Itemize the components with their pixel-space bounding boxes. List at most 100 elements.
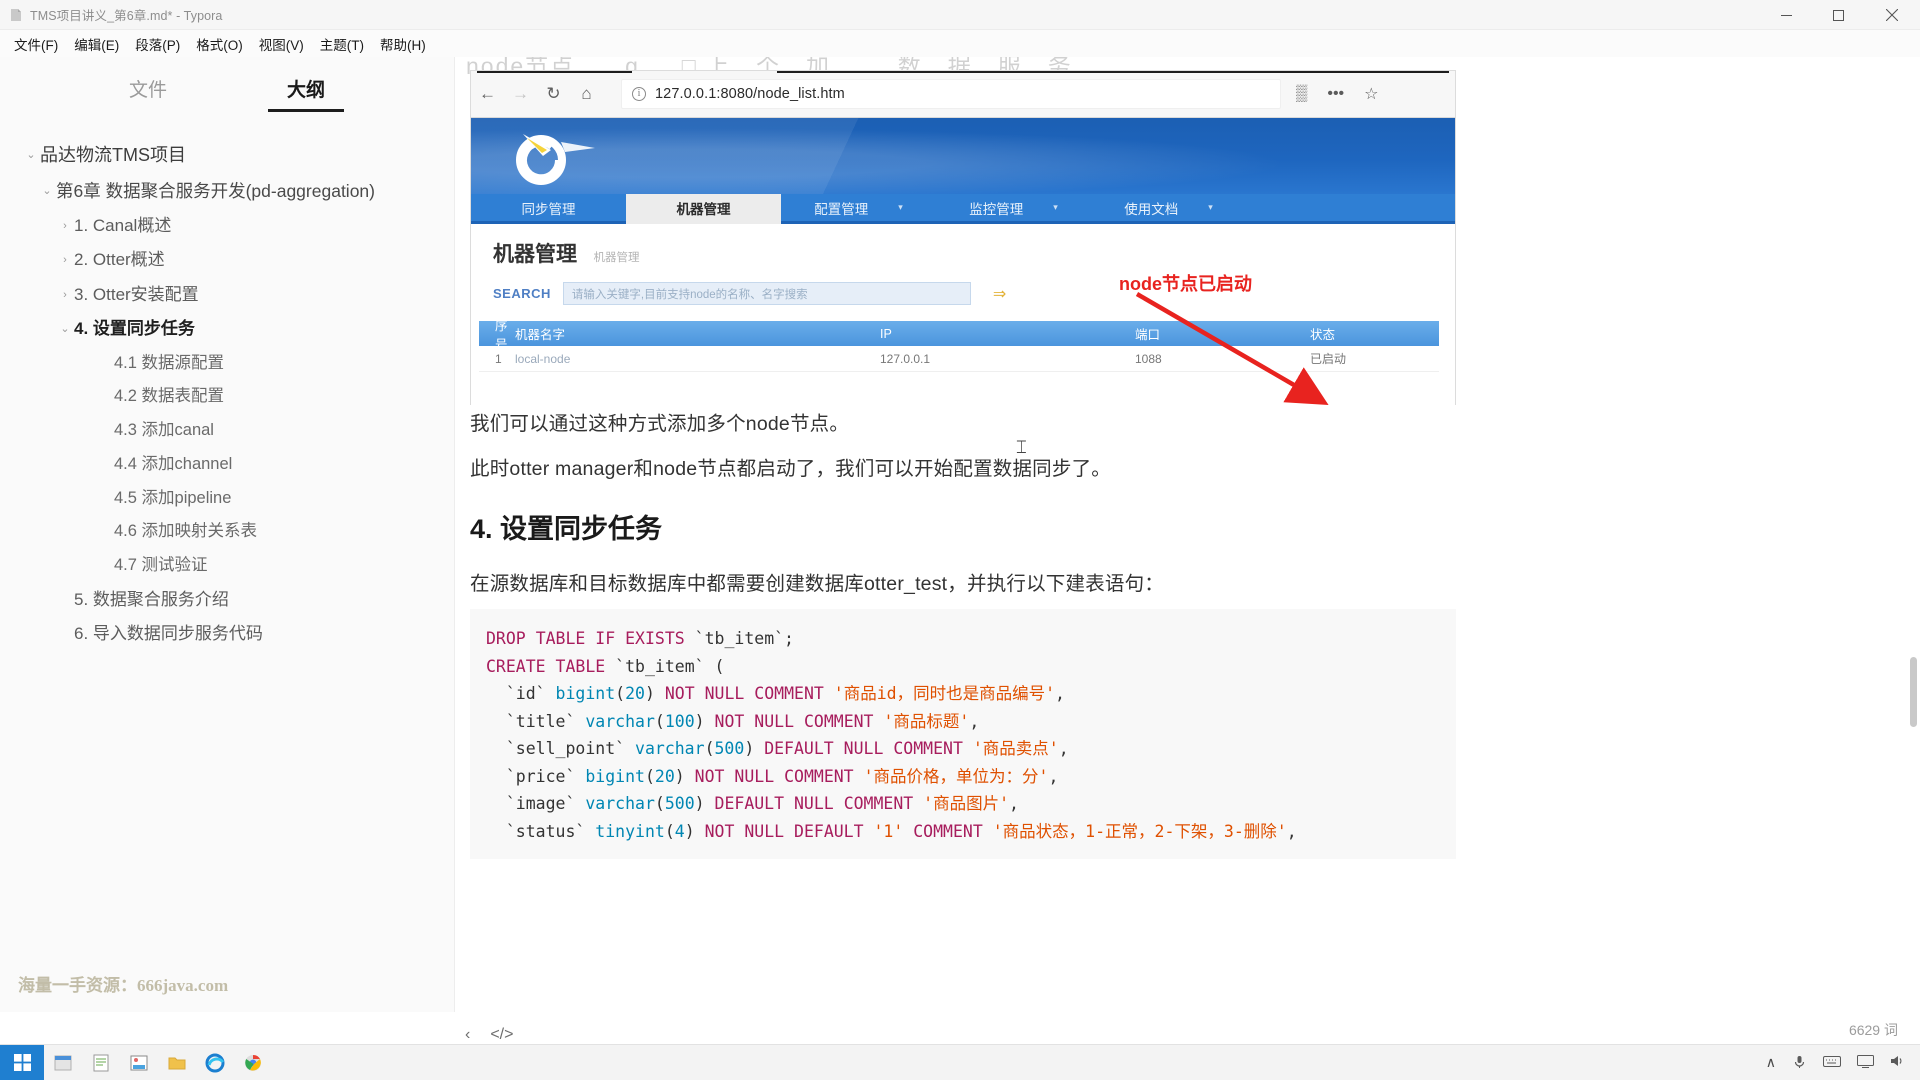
outline-item[interactable]: ⌄ 4. 设置同步任务 bbox=[0, 312, 442, 346]
watermark-text: 海量一手资源：666java.com bbox=[18, 976, 229, 995]
chevron-down-icon[interactable]: ⌄ bbox=[56, 318, 74, 337]
code-block[interactable]: DROP TABLE IF EXISTS `tb_item`; CREATE T… bbox=[470, 609, 1456, 859]
forward-icon[interactable]: → bbox=[504, 84, 537, 104]
code-line: `price` bigint(20) NOT NULL COMMENT '商品价… bbox=[486, 766, 1059, 786]
outline-item-label: 4. 设置同步任务 bbox=[74, 319, 195, 339]
no-icon bbox=[96, 420, 114, 424]
outline-item[interactable]: ⌄ 品达物流TMS项目 bbox=[0, 138, 442, 174]
tray-display-icon[interactable] bbox=[1857, 1054, 1874, 1071]
outline-item[interactable]: › 1. Canal概述 bbox=[0, 209, 442, 243]
tray-expand-icon[interactable]: ∧ bbox=[1766, 1054, 1776, 1071]
chevron-down-icon[interactable]: ⌄ bbox=[38, 180, 56, 199]
menu-theme[interactable]: 主题(T) bbox=[312, 31, 372, 57]
otter-logo-icon bbox=[516, 134, 595, 185]
start-button-icon[interactable] bbox=[0, 1044, 44, 1080]
outline-item[interactable]: 5. 数据聚合服务介绍 bbox=[0, 583, 442, 617]
search-placeholder: 请输入关键字,目前支持node的名称、名字搜索 bbox=[571, 288, 808, 301]
chevron-right-icon[interactable]: › bbox=[56, 215, 74, 234]
cell-name[interactable]: local-node bbox=[515, 352, 880, 366]
chevron-down-icon: ▾ bbox=[898, 202, 903, 212]
tray-keyboard-icon[interactable] bbox=[1823, 1055, 1841, 1071]
taskbar-chrome-icon[interactable] bbox=[234, 1045, 272, 1080]
nav-tab-docs[interactable]: 使用文档 ▾ bbox=[1091, 194, 1246, 221]
tray-microphone-icon[interactable] bbox=[1792, 1054, 1807, 1072]
word-count[interactable]: 6629 词 bbox=[1849, 1020, 1898, 1040]
otter-banner bbox=[471, 118, 1455, 194]
vertical-scrollbar[interactable] bbox=[1910, 657, 1917, 727]
browser-menu-icon[interactable]: ••• bbox=[1327, 85, 1344, 103]
nav-tab-monitor[interactable]: 监控管理 ▾ bbox=[936, 194, 1091, 221]
taskbar-paint-icon[interactable] bbox=[120, 1045, 158, 1080]
outline-item[interactable]: 6. 导入数据同步服务代码 bbox=[0, 617, 442, 651]
typora-window: TMS项目讲义_第6章.md* - Typora 文件(F) 编辑(E) 段落(… bbox=[0, 0, 1920, 1080]
reader-mode-icon[interactable]: ▒ bbox=[1296, 85, 1307, 103]
app-icon bbox=[9, 8, 23, 22]
nav-tab-sync[interactable]: 同步管理 bbox=[471, 194, 626, 221]
no-icon bbox=[96, 488, 114, 492]
status-bar: ‹ </> 6629 词 bbox=[0, 1012, 1920, 1044]
code-line: `sell_point` varchar(500) DEFAULT NULL C… bbox=[486, 739, 1069, 758]
back-icon[interactable]: ← bbox=[471, 84, 504, 104]
close-button[interactable] bbox=[1864, 0, 1920, 30]
outline-item[interactable]: 4.2 数据表配置 bbox=[0, 380, 442, 414]
taskbar-notepad-icon[interactable] bbox=[82, 1045, 120, 1080]
tab-files[interactable]: 文件 bbox=[129, 75, 167, 112]
outline-item[interactable]: 4.1 数据源配置 bbox=[0, 347, 442, 381]
outline-item[interactable]: 4.3 添加canal bbox=[0, 414, 442, 448]
outline-item-label: 4.4 添加channel bbox=[114, 454, 233, 473]
taskbar-file-explorer-icon[interactable] bbox=[44, 1045, 82, 1080]
no-icon bbox=[96, 454, 114, 458]
no-icon bbox=[96, 386, 114, 390]
paragraph-2: 此时otter manager和node节点都启动了，我们可以开始配置数据同步了… bbox=[470, 458, 1111, 480]
chevron-down-icon: ▾ bbox=[1208, 202, 1213, 212]
outline-item-label: 品达物流TMS项目 bbox=[40, 145, 186, 165]
menu-format[interactable]: 格式(O) bbox=[188, 31, 251, 57]
code-line: `id` bigint(20) NOT NULL COMMENT '商品id，同… bbox=[486, 684, 1065, 703]
outline-item[interactable]: 4.4 添加channel bbox=[0, 448, 442, 482]
outline-item-label: 4.7 测试验证 bbox=[114, 556, 208, 575]
minimize-button[interactable] bbox=[1760, 0, 1812, 30]
menu-help[interactable]: 帮助(H) bbox=[372, 31, 434, 57]
sidebar: 文件 大纲 ⌄ 品达物流TMS项目 ⌄ 第6章 数据聚合服务开发(pd-aggrega… bbox=[0, 57, 455, 1048]
maximize-button[interactable] bbox=[1812, 0, 1864, 30]
tray-volume-icon[interactable] bbox=[1890, 1054, 1906, 1071]
outline-item-label: 4.5 添加pipeline bbox=[114, 488, 232, 507]
outline-item-label: 3. Otter安装配置 bbox=[74, 284, 199, 304]
search-input[interactable]: 请输入关键字,目前支持node的名称、名字搜索 bbox=[562, 282, 971, 305]
bookmark-star-icon[interactable]: ☆ bbox=[1364, 84, 1378, 104]
outline-item[interactable]: ⌄ 第6章 数据聚合服务开发(pd-aggregation) bbox=[0, 174, 442, 209]
outline-item[interactable]: › 2. Otter概述 bbox=[0, 243, 442, 277]
tab-outline[interactable]: 大纲 bbox=[267, 75, 345, 112]
no-icon bbox=[56, 589, 74, 593]
sidebar-toggle-button[interactable]: ‹ bbox=[465, 1026, 470, 1044]
outline-item[interactable]: 4.5 添加pipeline bbox=[0, 482, 442, 516]
taskbar-edge-icon[interactable] bbox=[196, 1045, 234, 1080]
chevron-down-icon[interactable]: ⌄ bbox=[22, 144, 40, 163]
outline-item[interactable]: 4.7 测试验证 bbox=[0, 549, 442, 583]
menu-edit[interactable]: 编辑(E) bbox=[66, 31, 127, 57]
system-tray: ∧ bbox=[1766, 1045, 1920, 1080]
url-input[interactable]: i 127.0.0.1:8080/node_list.htm bbox=[621, 79, 1281, 109]
outline-item[interactable]: 4.6 添加映射关系表 bbox=[0, 515, 442, 549]
paragraph-3: 在源数据库和目标数据库中都需要创建数据库otter_test，并执行以下建表语句… bbox=[470, 573, 1164, 595]
browser-toolbar-right: ▒ ••• ☆ bbox=[1296, 84, 1399, 104]
search-submit-icon[interactable]: ⇒ bbox=[993, 284, 1006, 304]
menu-view[interactable]: 视图(V) bbox=[251, 31, 312, 57]
reload-icon[interactable]: ↻ bbox=[537, 84, 570, 104]
nav-tab-config[interactable]: 配置管理 ▾ bbox=[781, 194, 936, 221]
nav-tab-machine[interactable]: 机器管理 bbox=[626, 194, 781, 224]
home-icon[interactable]: ⌂ bbox=[570, 84, 603, 104]
source-code-mode-button[interactable]: </> bbox=[490, 1026, 513, 1044]
menu-paragraph[interactable]: 段落(P) bbox=[127, 31, 188, 57]
taskbar-folder-icon[interactable] bbox=[158, 1045, 196, 1080]
chevron-right-icon[interactable]: › bbox=[56, 284, 74, 303]
no-icon bbox=[96, 521, 114, 525]
outline-item-label: 4.3 添加canal bbox=[114, 421, 214, 440]
chevron-right-icon[interactable]: › bbox=[56, 249, 74, 268]
outline-item-label: 5. 数据聚合服务介绍 bbox=[74, 589, 229, 609]
nav-tab-label: 机器管理 bbox=[676, 201, 731, 217]
menu-file[interactable]: 文件(F) bbox=[6, 31, 66, 57]
outline-item[interactable]: › 3. Otter安装配置 bbox=[0, 278, 442, 312]
editor-area[interactable]: node节点 g □ 上 个 加 数 据 服 务 ← → ↻ ⌂ i 127.0… bbox=[456, 57, 1920, 1048]
col-name: 机器名字 bbox=[515, 328, 566, 342]
